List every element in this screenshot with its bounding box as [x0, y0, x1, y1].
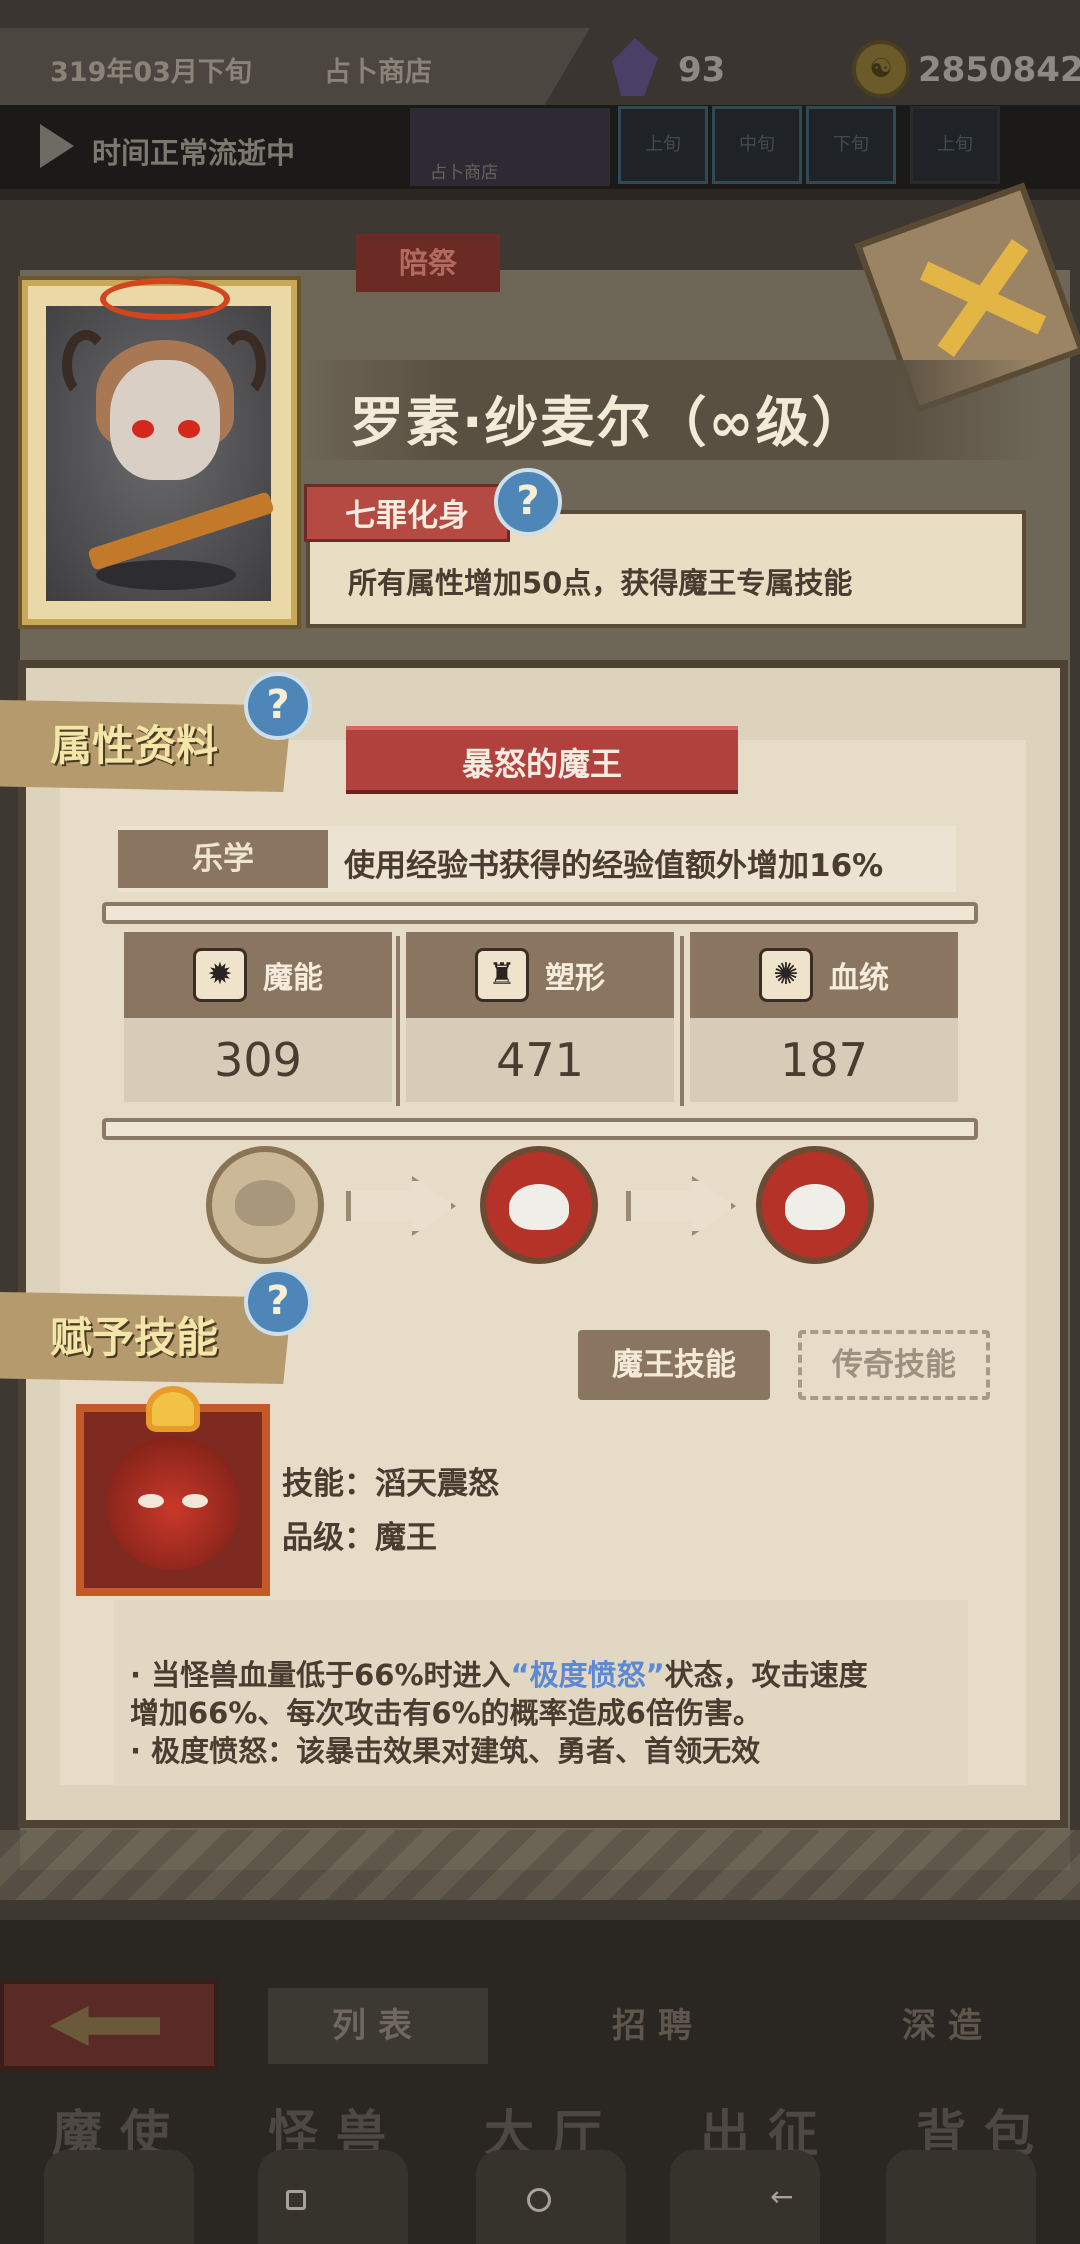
stat-header: ✺ 血统: [690, 932, 958, 1018]
horn-icon: [62, 330, 110, 400]
desc-highlight: “极度愤怒”: [510, 1658, 665, 1692]
desc-text: · 当怪兽血量低于66%时进入: [130, 1658, 511, 1692]
time-slot[interactable]: 上旬: [618, 106, 708, 184]
gem-count: 93: [678, 50, 726, 90]
stat-rule-top: [102, 902, 978, 924]
stat-header: ✹ 魔能: [124, 932, 392, 1018]
coin-icon: ☯: [852, 40, 910, 98]
help-icon[interactable]: ?: [244, 672, 312, 740]
time-status: 时间正常流逝中: [92, 136, 296, 170]
stat-divider: [396, 936, 400, 1106]
time-slot[interactable]: 下旬: [806, 106, 896, 184]
crown-icon: [146, 1386, 200, 1432]
trait-tag: 七罪化身: [304, 484, 510, 542]
trait-description: 所有属性增加50点，获得魔王专属技能: [348, 566, 853, 600]
stat-shape: ♜ 塑形 471: [406, 932, 674, 1102]
tab-demon-skill[interactable]: 魔王技能: [578, 1330, 770, 1400]
character-eye: [132, 420, 154, 438]
time-slot[interactable]: 中旬: [712, 106, 802, 184]
skill-description-line: · 极度愤怒：该暴击效果对建筑、勇者、首领无效: [130, 1734, 761, 1768]
stat-value: 471: [496, 1033, 584, 1087]
stat-label: 塑形: [545, 961, 605, 996]
stat-label: 魔能: [263, 961, 323, 996]
character-face: [110, 360, 220, 480]
coin-count: 2850842: [918, 50, 1080, 90]
gear-icon: ✺: [759, 948, 813, 1002]
skill-description-line: 增加66%、每次攻击有6%的概率造成6倍伤害。: [130, 1696, 762, 1730]
character-name: 罗素·纱麦尔（∞级）: [350, 391, 868, 454]
subtab-recruit[interactable]: 招聘: [548, 1988, 768, 2064]
current-location: 占卜商店: [324, 57, 432, 88]
stat-magic: ✹ 魔能 309: [124, 932, 392, 1102]
stat-divider: [680, 936, 684, 1106]
play-icon[interactable]: [40, 124, 74, 168]
help-icon[interactable]: ?: [244, 1268, 312, 1336]
home-icon[interactable]: [527, 2188, 551, 2212]
recent-apps-icon[interactable]: [286, 2190, 306, 2210]
skill-eye: [138, 1494, 164, 1508]
system-back-icon[interactable]: ←: [770, 2180, 793, 2213]
stat-label: 血统: [829, 961, 889, 996]
tab-legend-skill[interactable]: 传奇技能: [798, 1330, 990, 1400]
skill-demon-icon: [106, 1436, 240, 1570]
talent-description: 使用经验书获得的经验值额外增加16%: [344, 848, 884, 884]
desc-text: 状态，攻击速度: [664, 1658, 868, 1692]
flame-icon: ✹: [193, 948, 247, 1002]
skill-eye: [182, 1494, 208, 1508]
body-icon: ♜: [475, 948, 529, 1002]
shop-thumbnail-label: 占卜商店: [430, 163, 498, 183]
panel-border-pattern: [0, 1830, 1080, 1900]
subtab-train[interactable]: 深造: [838, 1988, 1058, 2064]
time-slot[interactable]: 上旬: [910, 106, 1000, 184]
stat-header: ♜ 塑形: [406, 932, 674, 1018]
stat-rule-bottom: [102, 1118, 978, 1140]
stat-value: 187: [780, 1033, 868, 1087]
horn-icon: [218, 330, 266, 400]
halo-icon: [100, 278, 230, 320]
stat-value: 309: [214, 1033, 302, 1087]
skill-name: 技能：滔天震怒: [282, 1466, 499, 1502]
skill-description-line: · 当怪兽血量低于66%时进入“极度愤怒”状态，攻击速度: [130, 1656, 980, 1694]
demon-face-icon: [785, 1184, 845, 1230]
subtab-list[interactable]: 列表: [268, 1988, 488, 2064]
demon-face-icon: [509, 1184, 569, 1230]
skill-grade: 品级：魔王: [282, 1520, 437, 1556]
talent-tag: 乐学: [118, 830, 328, 888]
hooded-icon: [235, 1180, 295, 1226]
stat-bloodline: ✺ 血统 187: [690, 932, 958, 1102]
side-tag: 陪祭: [356, 234, 500, 292]
character-shadow: [96, 560, 236, 590]
game-date: 319年03月下旬: [50, 57, 252, 88]
title-ribbon: 暴怒的魔王: [346, 726, 738, 794]
help-icon[interactable]: ?: [494, 468, 562, 536]
character-eye: [178, 420, 200, 438]
